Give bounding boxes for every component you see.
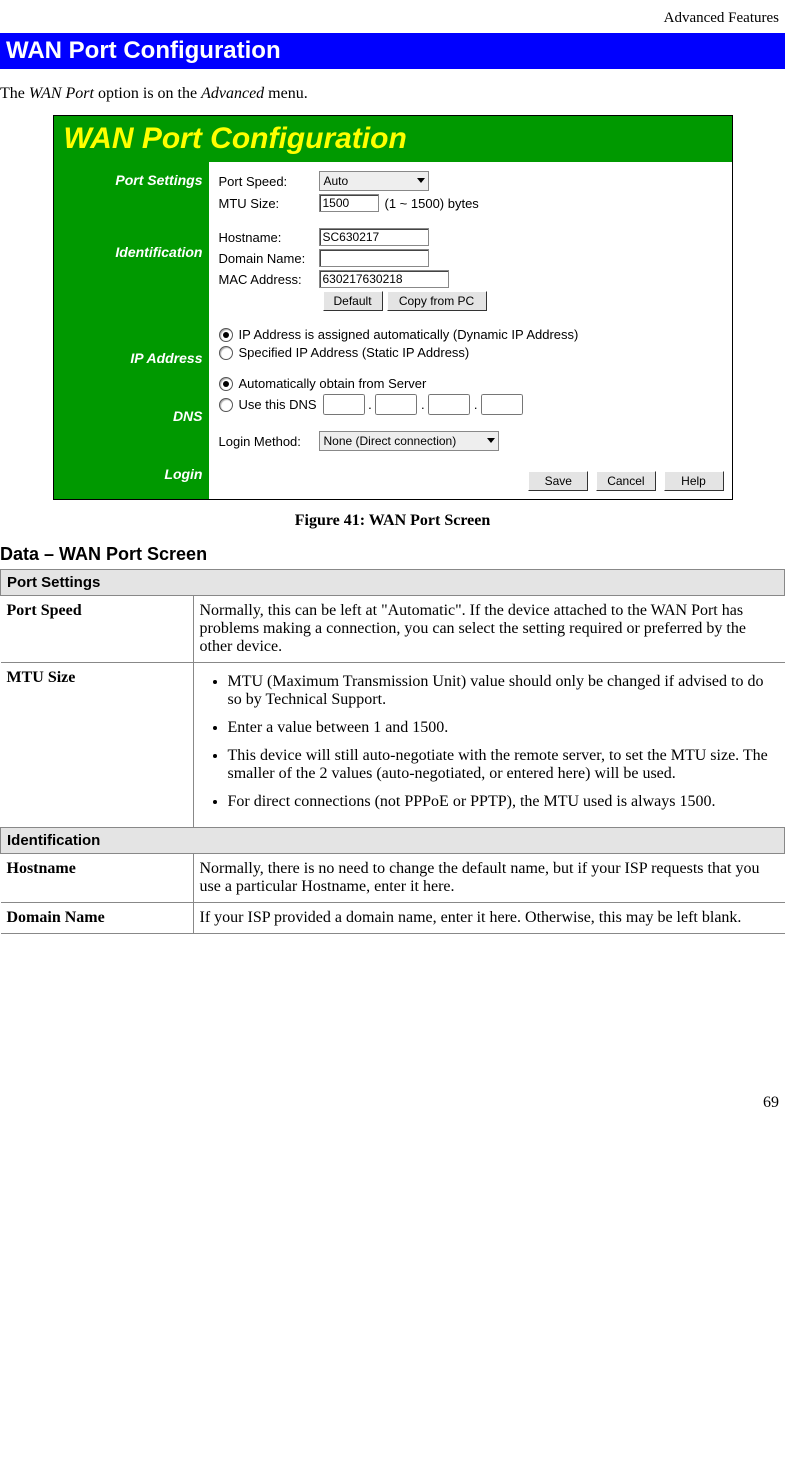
sidebar-ip-address: IP Address bbox=[54, 260, 203, 366]
table-section-port-settings: Port Settings bbox=[1, 570, 785, 596]
row-hostname-key: Hostname bbox=[1, 854, 194, 903]
port-speed-select[interactable]: Auto bbox=[319, 171, 429, 191]
ip-auto-radio[interactable] bbox=[219, 328, 233, 342]
domain-name-input[interactable] bbox=[319, 249, 429, 267]
save-button[interactable]: Save bbox=[528, 471, 588, 491]
dns-oct1-input[interactable] bbox=[323, 394, 365, 415]
login-method-label: Login Method: bbox=[219, 434, 319, 449]
row-port-speed-val: Normally, this can be left at "Automatic… bbox=[193, 596, 785, 663]
page-title: WAN Port Configuration bbox=[0, 33, 785, 69]
intro-suffix: menu. bbox=[264, 85, 308, 102]
mtu-hint: (1 ~ 1500) bytes bbox=[385, 196, 479, 211]
sidebar-dns: DNS bbox=[54, 366, 203, 424]
intro-mid: option is on the bbox=[94, 85, 201, 102]
row-domain-key: Domain Name bbox=[1, 903, 194, 934]
help-button[interactable]: Help bbox=[664, 471, 724, 491]
ip-static-radio[interactable] bbox=[219, 346, 233, 360]
hostname-input[interactable] bbox=[319, 228, 429, 246]
intro-em1: WAN Port bbox=[29, 85, 94, 102]
table-section-identification: Identification bbox=[1, 828, 785, 854]
dns-manual-radio[interactable] bbox=[219, 398, 233, 412]
mtu-size-input[interactable] bbox=[319, 194, 379, 212]
screen-title: WAN Port Configuration bbox=[54, 116, 732, 162]
page-number: 69 bbox=[0, 1094, 785, 1112]
wan-port-screen: WAN Port Configuration Port Settings Ide… bbox=[53, 115, 733, 500]
dns-oct4-input[interactable] bbox=[481, 394, 523, 415]
default-button[interactable]: Default bbox=[323, 291, 383, 311]
data-table: Port Settings Port Speed Normally, this … bbox=[0, 569, 785, 934]
sidebar-login: Login bbox=[54, 424, 203, 482]
ip-static-label: Specified IP Address (Static IP Address) bbox=[239, 345, 470, 360]
ip-auto-label: IP Address is assigned automatically (Dy… bbox=[239, 327, 579, 342]
data-subheading: Data – WAN Port Screen bbox=[0, 544, 785, 565]
mtu-bullet-4: For direct connections (not PPPoE or PPT… bbox=[228, 793, 779, 811]
hostname-label: Hostname: bbox=[219, 230, 319, 245]
dns-oct2-input[interactable] bbox=[375, 394, 417, 415]
mtu-size-label: MTU Size: bbox=[219, 196, 319, 211]
sidebar-port-settings: Port Settings bbox=[54, 170, 203, 188]
page-section-header: Advanced Features bbox=[0, 10, 785, 27]
intro-paragraph: The WAN Port option is on the Advanced m… bbox=[0, 85, 785, 103]
intro-text: The bbox=[0, 85, 29, 102]
mac-address-label: MAC Address: bbox=[219, 272, 319, 287]
row-port-speed-key: Port Speed bbox=[1, 596, 194, 663]
intro-em2: Advanced bbox=[201, 85, 264, 102]
screen-sidebar: Port Settings Identification IP Address … bbox=[54, 162, 209, 499]
domain-name-label: Domain Name: bbox=[219, 251, 319, 266]
mtu-bullet-1: MTU (Maximum Transmission Unit) value sh… bbox=[228, 673, 779, 709]
dns-auto-label: Automatically obtain from Server bbox=[239, 376, 427, 391]
mac-address-input[interactable] bbox=[319, 270, 449, 288]
port-speed-label: Port Speed: bbox=[219, 174, 319, 189]
copy-from-pc-button[interactable]: Copy from PC bbox=[387, 291, 487, 311]
figure-caption: Figure 41: WAN Port Screen bbox=[0, 512, 785, 530]
login-method-select[interactable]: None (Direct connection) bbox=[319, 431, 499, 451]
dns-oct3-input[interactable] bbox=[428, 394, 470, 415]
dns-manual-label: Use this DNS bbox=[239, 397, 317, 412]
row-domain-val: If your ISP provided a domain name, ente… bbox=[193, 903, 785, 934]
row-hostname-val: Normally, there is no need to change the… bbox=[193, 854, 785, 903]
row-mtu-key: MTU Size bbox=[1, 663, 194, 828]
row-mtu-val: MTU (Maximum Transmission Unit) value sh… bbox=[193, 663, 785, 828]
dns-auto-radio[interactable] bbox=[219, 377, 233, 391]
cancel-button[interactable]: Cancel bbox=[596, 471, 656, 491]
mtu-bullet-3: This device will still auto-negotiate wi… bbox=[228, 747, 779, 783]
mtu-bullet-2: Enter a value between 1 and 1500. bbox=[228, 719, 779, 737]
sidebar-identification: Identification bbox=[54, 188, 203, 260]
